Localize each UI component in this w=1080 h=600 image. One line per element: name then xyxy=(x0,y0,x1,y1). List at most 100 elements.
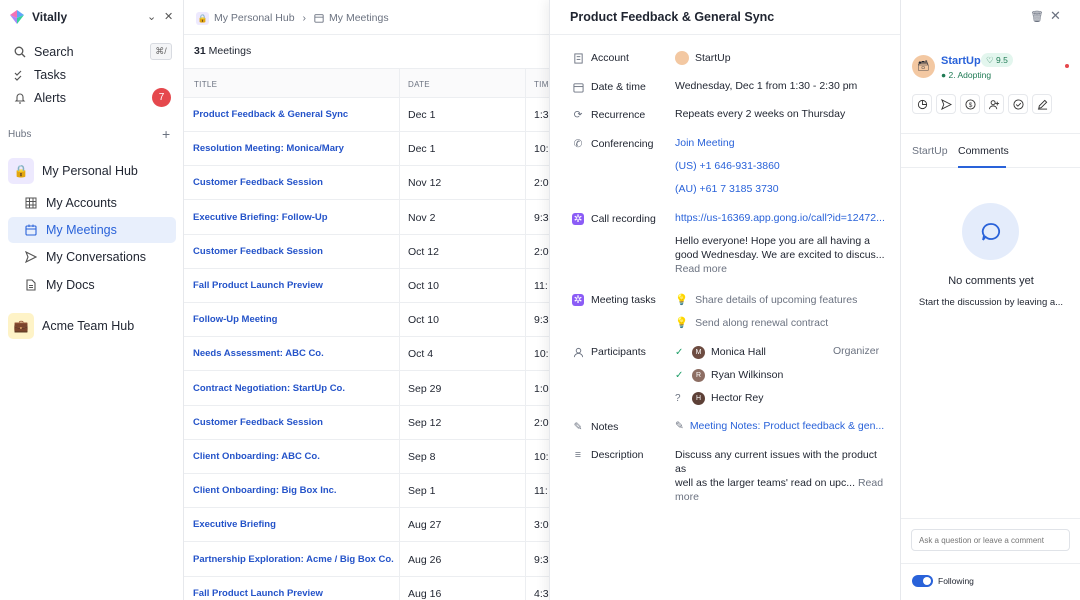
field-label: Notes xyxy=(591,421,619,433)
participant-row[interactable]: ? H Hector Rey xyxy=(675,390,764,406)
grid-icon xyxy=(25,196,39,210)
notes-link[interactable]: ✎ Meeting Notes: Product feedback & gen.… xyxy=(675,420,884,432)
meeting-title-cell[interactable]: Fall Product Launch Preview xyxy=(193,280,323,291)
table-row[interactable]: Customer Feedback Session Oct 12 2:0 xyxy=(184,235,549,269)
hub-personal[interactable]: 🔒 My Personal Hub xyxy=(8,157,138,185)
sidebar-item-meetings[interactable]: My Meetings xyxy=(8,217,176,243)
datetime-value[interactable]: Wednesday, Dec 1 from 1:30 - 2:30 pm xyxy=(675,80,857,92)
add-hub-icon[interactable]: + xyxy=(162,126,170,142)
join-meeting-link[interactable]: Join Meeting xyxy=(675,137,735,149)
hub-team-label: Acme Team Hub xyxy=(42,319,135,333)
sidebar-item-conversations[interactable]: My Conversations xyxy=(8,244,176,270)
table-row[interactable]: Product Feedback & General Sync Dec 1 1:3 xyxy=(184,98,549,132)
field-account: Account xyxy=(572,50,629,66)
comment-bubble-icon xyxy=(962,203,1019,260)
sidebar-item-label: My Accounts xyxy=(46,196,117,210)
sidebar-item-accounts[interactable]: My Accounts xyxy=(8,190,176,216)
tab-startup[interactable]: StartUp xyxy=(912,145,948,157)
chevron-down-icon[interactable]: ⌄ xyxy=(147,10,156,23)
calendar-icon xyxy=(25,223,39,237)
following-toggle[interactable] xyxy=(912,575,933,587)
account-name[interactable]: StartUp xyxy=(941,55,981,67)
column-header-title[interactable]: TITLE xyxy=(194,80,217,89)
pie-chart-icon[interactable] xyxy=(912,94,932,114)
table-row[interactable]: Client Onboarding: ABC Co. Sep 8 10: xyxy=(184,440,549,474)
status-dot-icon: ● xyxy=(941,70,947,80)
close-icon[interactable]: ✕ xyxy=(1050,8,1061,24)
account-avatar xyxy=(675,51,689,65)
meeting-count-number: 31 xyxy=(194,45,206,57)
table-row[interactable]: Fall Product Launch Preview Aug 16 4:3 xyxy=(184,577,549,600)
table-row[interactable]: Client Onboarding: Big Box Inc. Sep 1 11: xyxy=(184,474,549,509)
checklist-icon xyxy=(13,68,27,82)
table-row[interactable]: Customer Feedback Session Nov 12 2:0 xyxy=(184,166,549,201)
meeting-title-cell[interactable]: Customer Feedback Session xyxy=(193,177,323,188)
meeting-title-cell[interactable]: Client Onboarding: ABC Co. xyxy=(193,451,320,462)
table-row[interactable]: Fall Product Launch Preview Oct 10 11: xyxy=(184,269,549,303)
breadcrumb-page[interactable]: My Meetings xyxy=(329,12,389,24)
column-header-time[interactable]: TIM xyxy=(534,80,549,89)
table-row[interactable]: Resolution Meeting: Monica/Mary Dec 1 10: xyxy=(184,132,549,167)
repeat-icon: ⟳ xyxy=(573,109,583,121)
meeting-title-cell[interactable]: Client Onboarding: Big Box Inc. xyxy=(193,485,337,496)
meeting-title-cell[interactable]: Partnership Exploration: Acme / Big Box … xyxy=(193,554,394,565)
meeting-title-cell[interactable]: Customer Feedback Session xyxy=(193,246,323,257)
field-recurrence: ⟳ Recurrence xyxy=(572,107,646,123)
tab-comments[interactable]: Comments xyxy=(958,145,1009,157)
comment-input[interactable] xyxy=(911,529,1070,551)
send-icon[interactable] xyxy=(936,94,956,114)
meeting-title-cell[interactable]: Follow-Up Meeting xyxy=(193,314,277,325)
table-row[interactable]: Needs Assessment: ABC Co. Oct 4 10: xyxy=(184,337,549,372)
description-line: Discuss any current issues with the prod… xyxy=(675,449,877,475)
trash-icon[interactable]: 🗑 xyxy=(1030,10,1044,23)
meeting-title-cell[interactable]: Customer Feedback Session xyxy=(193,417,323,428)
participant-row[interactable]: ✓ M Monica Hall xyxy=(675,344,766,360)
read-more-link[interactable]: Read xyxy=(858,477,883,489)
close-icon[interactable]: ✕ xyxy=(164,10,173,23)
account-avatar[interactable]: 🗃 xyxy=(912,55,935,78)
brand[interactable]: Vitally xyxy=(8,8,67,26)
nav-search[interactable]: Search ⌘/ xyxy=(0,40,184,63)
read-more-link[interactable]: more xyxy=(675,490,885,504)
read-more-link[interactable]: Read more xyxy=(675,262,885,276)
table-row[interactable]: Partnership Exploration: Acme / Big Box … xyxy=(184,543,549,577)
recurrence-value[interactable]: Repeats every 2 weeks on Thursday xyxy=(675,108,845,120)
hub-team[interactable]: 💼 Acme Team Hub xyxy=(8,312,134,340)
table-row[interactable]: Executive Briefing: Follow-Up Nov 2 9:3 xyxy=(184,201,549,235)
table-row[interactable]: Customer Feedback Session Sep 12 2:0 xyxy=(184,406,549,440)
meeting-date-cell: Aug 16 xyxy=(408,587,442,600)
sidebar-item-docs[interactable]: My Docs xyxy=(8,272,176,298)
column-header-date[interactable]: DATE xyxy=(408,80,430,89)
add-user-icon[interactable] xyxy=(984,94,1004,114)
meeting-title-cell[interactable]: Executive Briefing: Follow-Up xyxy=(193,212,328,223)
check-circle-icon[interactable] xyxy=(1008,94,1028,114)
pencil-icon[interactable] xyxy=(1032,94,1052,114)
dollar-icon[interactable]: $ xyxy=(960,94,980,114)
table-row[interactable]: Contract Negotiation: StartUp Co. Sep 29 1… xyxy=(184,372,549,406)
nav-alerts[interactable]: Alerts 7 xyxy=(0,86,184,109)
recording-link[interactable]: https://us-16369.app.gong.io/call?id=124… xyxy=(675,212,885,224)
table-row[interactable]: Executive Briefing Aug 27 3:0 xyxy=(184,508,549,543)
doc-icon xyxy=(25,278,39,292)
meeting-title-cell[interactable]: Fall Product Launch Preview xyxy=(193,588,323,599)
participant-row[interactable]: ✓ R Ryan Wilkinson xyxy=(675,367,783,383)
meeting-title-cell[interactable]: Product Feedback & General Sync xyxy=(193,109,348,120)
meeting-title-cell[interactable]: Contract Negotiation: StartUp Co. xyxy=(193,383,345,394)
phone-au-link[interactable]: (AU) +61 7 3185 3730 xyxy=(675,183,779,195)
nav-tasks[interactable]: Tasks xyxy=(0,63,184,86)
field-label: Participants xyxy=(591,346,646,358)
breadcrumb-hub[interactable]: My Personal Hub xyxy=(214,12,295,24)
task-item[interactable]: 💡 Send along renewal contract xyxy=(675,316,828,330)
meeting-title-cell[interactable]: Resolution Meeting: Monica/Mary xyxy=(193,143,344,154)
active-tab-indicator xyxy=(958,166,1006,168)
meeting-date-cell: Dec 1 xyxy=(408,109,436,121)
account-value[interactable]: StartUp xyxy=(675,51,731,65)
field-label: Date & time xyxy=(591,81,646,93)
task-item[interactable]: 💡 Share details of upcoming features xyxy=(675,293,857,307)
meeting-title-cell[interactable]: Executive Briefing xyxy=(193,519,276,530)
divider xyxy=(184,34,549,35)
table-row[interactable]: Follow-Up Meeting Oct 10 9:3 xyxy=(184,303,549,338)
field-participants: Participants xyxy=(572,344,646,360)
meeting-title-cell[interactable]: Needs Assessment: ABC Co. xyxy=(193,348,324,359)
phone-us-link[interactable]: (US) +1 646-931-3860 xyxy=(675,160,780,172)
